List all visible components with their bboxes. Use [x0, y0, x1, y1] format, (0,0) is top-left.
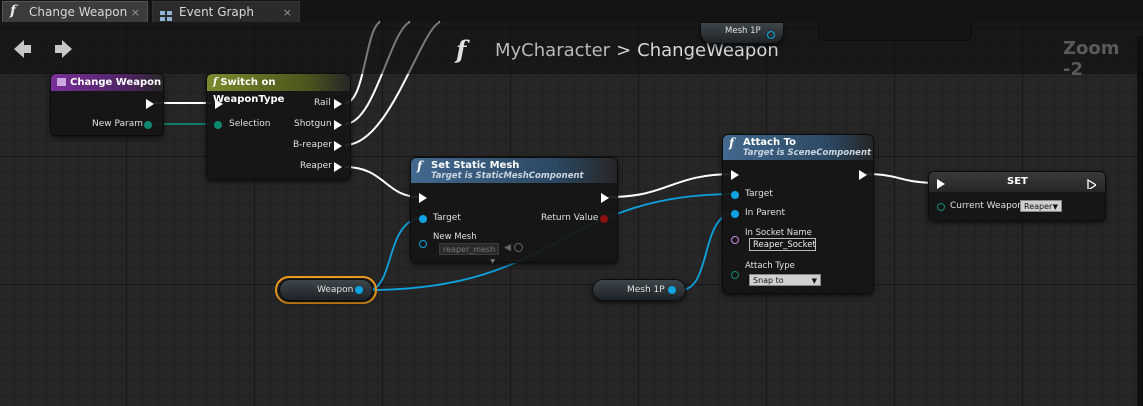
node-header: f Attach To Target is SceneComponent	[723, 135, 873, 160]
mesh-asset-value: reaper_mesh	[443, 245, 496, 254]
function-icon: f	[729, 136, 735, 150]
chevron-down-icon: ▼	[1052, 203, 1058, 211]
attach-type-dropdown[interactable]: Snap to Target ▼	[749, 274, 821, 297]
attach-type-value: Snap to Target	[753, 276, 784, 297]
node-header: Change Weapon	[51, 74, 163, 91]
function-icon: f	[417, 159, 423, 173]
variable-label: Mesh 1P	[627, 285, 665, 295]
node-title: SET	[1007, 176, 1028, 187]
set-static-mesh-node[interactable]: f Set Static Mesh Target is StaticMeshCo…	[410, 157, 618, 265]
new-mesh-label: New Mesh	[433, 232, 477, 242]
switch-on-weapontype-node[interactable]: f Switch on WeaponType Selection Rail Sho…	[206, 73, 351, 180]
variable-label: Mesh 1P	[725, 26, 761, 36]
zoom-level: Zoom -2	[1063, 38, 1120, 80]
browse-asset-icon[interactable]	[514, 243, 523, 252]
return-value-label: Return Value	[541, 213, 599, 223]
change-weapon-entry-node[interactable]: Change Weapon New Param	[50, 73, 164, 136]
node-title: Attach To	[743, 137, 796, 148]
exec-wire	[344, 166, 421, 198]
breadcrumb-separator: >	[616, 40, 632, 61]
forward-arrow-icon	[55, 40, 72, 58]
exec-in-pin[interactable]	[419, 193, 427, 203]
new-mesh-pin[interactable]	[419, 240, 427, 248]
current-weapon-dropdown[interactable]: Reaper ▼	[1020, 200, 1062, 212]
weapon-variable-node[interactable]: Weapon	[279, 279, 373, 301]
entry-icon	[57, 78, 66, 86]
current-weapon-pin[interactable]	[937, 203, 945, 211]
object-out-pin[interactable]	[355, 286, 363, 294]
attach-type-pin[interactable]	[731, 271, 739, 279]
back-arrow-icon	[14, 40, 31, 58]
node-title: Switch on WeaponType	[213, 77, 285, 105]
exec-out-b-reaper[interactable]	[334, 141, 342, 151]
attach-type-label: Attach Type	[745, 261, 795, 271]
exec-out-shotgun[interactable]	[334, 120, 342, 130]
param-label: New Param	[92, 119, 144, 129]
exec-out-rail[interactable]	[334, 99, 342, 109]
editor-window: f Change Weapon × Event Graph × f MyChar…	[0, 0, 1143, 406]
switch-icon: f	[213, 77, 218, 88]
target-label: Target	[745, 189, 773, 199]
exec-out-pin[interactable]	[601, 193, 609, 203]
mesh1p-variable-node[interactable]: Mesh 1P	[592, 279, 686, 301]
panel-edge	[1137, 36, 1143, 406]
node-header: f Switch on WeaponType	[207, 74, 350, 105]
return-value-pin[interactable]	[600, 215, 608, 223]
use-selected-asset-icon[interactable]: ◀	[504, 243, 511, 253]
chevron-down-icon: ▼	[490, 258, 495, 265]
selection-label: Selection	[229, 119, 271, 129]
back-button[interactable]	[12, 38, 32, 66]
output-label-rail: Rail	[314, 98, 331, 108]
set-current-weapon-node[interactable]: SET Current Weapon Reaper ▼	[928, 171, 1106, 221]
exec-out-reaper[interactable]	[334, 162, 342, 172]
mesh1p-variable-node-partial[interactable]: Mesh 1P	[700, 22, 784, 44]
target-pin[interactable]	[731, 191, 739, 199]
object-out-pin[interactable]	[668, 286, 676, 294]
socket-name-input[interactable]: Reaper_Socket	[749, 238, 816, 251]
target-pin[interactable]	[419, 215, 427, 223]
current-weapon-label: Current Weapon	[950, 201, 1024, 211]
target-label: Target	[433, 213, 461, 223]
node-title: Set Static Mesh	[431, 160, 520, 171]
node-title: Change Weapon	[70, 77, 162, 88]
exec-in-pin[interactable]	[215, 99, 223, 109]
socket-name-pin[interactable]	[731, 236, 739, 244]
node-header: f Set Static Mesh Target is StaticMeshCo…	[411, 158, 617, 183]
exec-in-pin[interactable]	[731, 170, 739, 180]
object-pin[interactable]	[767, 31, 775, 39]
exec-in-pin[interactable]	[937, 179, 945, 189]
offscreen-node-partial[interactable]	[818, 22, 972, 41]
exec-out-pin[interactable]	[1087, 179, 1096, 189]
output-label-reaper: Reaper	[300, 161, 332, 171]
node-subtitle: Target is SceneComponent	[743, 148, 872, 158]
enum-out-pin[interactable]	[144, 121, 152, 129]
breadcrumb-root[interactable]: MyCharacter	[495, 40, 610, 61]
variable-label: Weapon	[317, 285, 354, 295]
output-label-b-reaper: B-reaper	[293, 140, 332, 150]
exec-out-pin[interactable]	[146, 99, 154, 109]
socket-name-label: In Socket Name	[745, 228, 812, 238]
node-subtitle: Target is StaticMeshComponent	[431, 171, 584, 181]
in-parent-label: In Parent	[745, 208, 786, 218]
exec-out-pin[interactable]	[859, 170, 867, 180]
in-parent-pin[interactable]	[731, 210, 739, 218]
chevron-down-icon: ▼	[811, 277, 817, 285]
selection-pin[interactable]	[214, 121, 222, 129]
output-label-shotgun: Shotgun	[294, 119, 332, 129]
attach-to-node[interactable]: f Attach To Target is SceneComponent Tar…	[722, 134, 874, 297]
forward-button[interactable]	[54, 38, 74, 66]
mesh-asset-picker[interactable]: reaper_mesh ▼	[439, 243, 499, 265]
function-icon: f	[456, 35, 467, 64]
current-weapon-value: Reaper	[1024, 202, 1053, 211]
